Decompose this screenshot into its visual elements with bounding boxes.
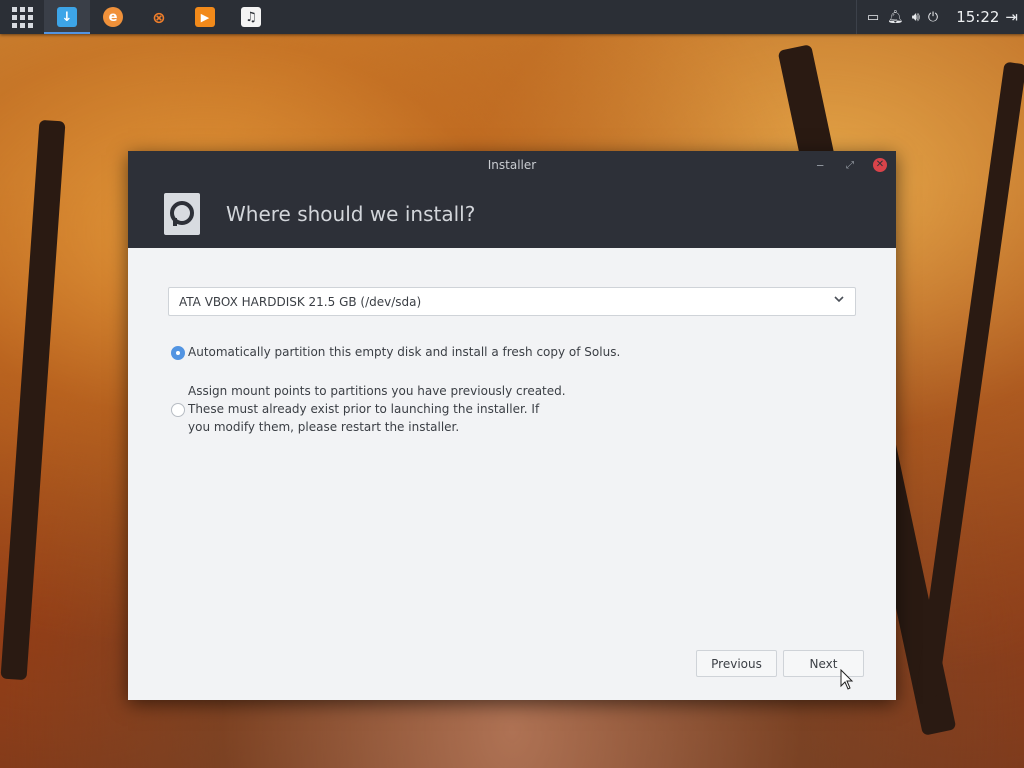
minimize-icon: ‒ (816, 158, 824, 172)
close-button[interactable]: ✕ (873, 151, 887, 179)
taskbar-item-media[interactable]: ▶ (182, 0, 228, 34)
system-tray: ▭ 🔔︎ 🔊︎ ⏻ 15:22 ⇥ (855, 0, 1024, 34)
disk-select-value: ATA VBOX HARDDISK 21.5 GB (/dev/sda) (179, 294, 422, 309)
manual-partition-line: These must already exist prior to launch… (188, 402, 540, 416)
power-icon[interactable]: ⏻ (928, 11, 938, 24)
download-icon: ↓ (57, 7, 77, 27)
volume-icon[interactable]: 🔊︎ (912, 11, 920, 24)
clock[interactable]: 15:22 (948, 8, 1005, 26)
close-icon: ✕ (873, 158, 887, 172)
manual-partition-line: you modify them, please restart the inst… (188, 420, 460, 434)
logout-icon[interactable]: ⇥ (1005, 8, 1024, 26)
previous-button[interactable]: Previous (696, 650, 777, 677)
wallpaper-tree-trunk (0, 119, 66, 681)
manual-partition-line: Assign mount points to partitions you ha… (188, 384, 566, 398)
app-grid-icon (11, 6, 33, 28)
manual-partition-label[interactable]: Assign mount points to partitions you ha… (188, 382, 566, 436)
maximize-button[interactable]: ⤢ (846, 151, 854, 179)
top-panel: ↓ e ⊗ ▶ ♫ ▭ 🔔︎ 🔊︎ ⏻ 15:22 ⇥ (0, 0, 1024, 34)
wallpaper-tree-trunk (915, 61, 1024, 699)
auto-partition-label[interactable]: Automatically partition this empty disk … (188, 343, 620, 361)
maximize-icon: ⤢ (846, 159, 854, 171)
taskbar-item-tools[interactable]: ⊗ (136, 0, 182, 34)
notifications-panel-icon[interactable]: ▭ (867, 11, 879, 24)
page-content: ATA VBOX HARDDISK 21.5 GB (/dev/sda) Aut… (128, 248, 896, 700)
mouse-cursor-icon (840, 669, 854, 690)
manual-partition-radio[interactable] (171, 403, 185, 417)
bell-icon[interactable]: 🔔︎ (887, 11, 904, 24)
music-note-icon: ♫ (241, 7, 261, 27)
chemistry-icon: ⊗ (149, 7, 169, 27)
auto-partition-radio[interactable] (171, 346, 185, 360)
disk-select[interactable]: ATA VBOX HARDDISK 21.5 GB (/dev/sda) (168, 287, 856, 316)
page-title: Where should we install? (226, 201, 476, 226)
taskbar-item-downloads[interactable]: ↓ (44, 0, 90, 34)
taskbar-item-browser[interactable]: e (90, 0, 136, 34)
hard-disk-icon (164, 192, 200, 235)
firefox-icon: e (103, 7, 123, 27)
window-title: Installer (487, 158, 537, 172)
page-header: Where should we install? (128, 179, 896, 248)
play-icon: ▶ (195, 7, 215, 27)
window-titlebar[interactable]: Installer ‒ ⤢ ✕ (128, 151, 896, 179)
minimize-button[interactable]: ‒ (816, 151, 824, 179)
taskbar-item-music[interactable]: ♫ (228, 0, 274, 34)
installer-window: Installer ‒ ⤢ ✕ Where should we install?… (128, 151, 896, 700)
app-menu-button[interactable] (0, 0, 44, 34)
chevron-down-icon (833, 293, 845, 308)
